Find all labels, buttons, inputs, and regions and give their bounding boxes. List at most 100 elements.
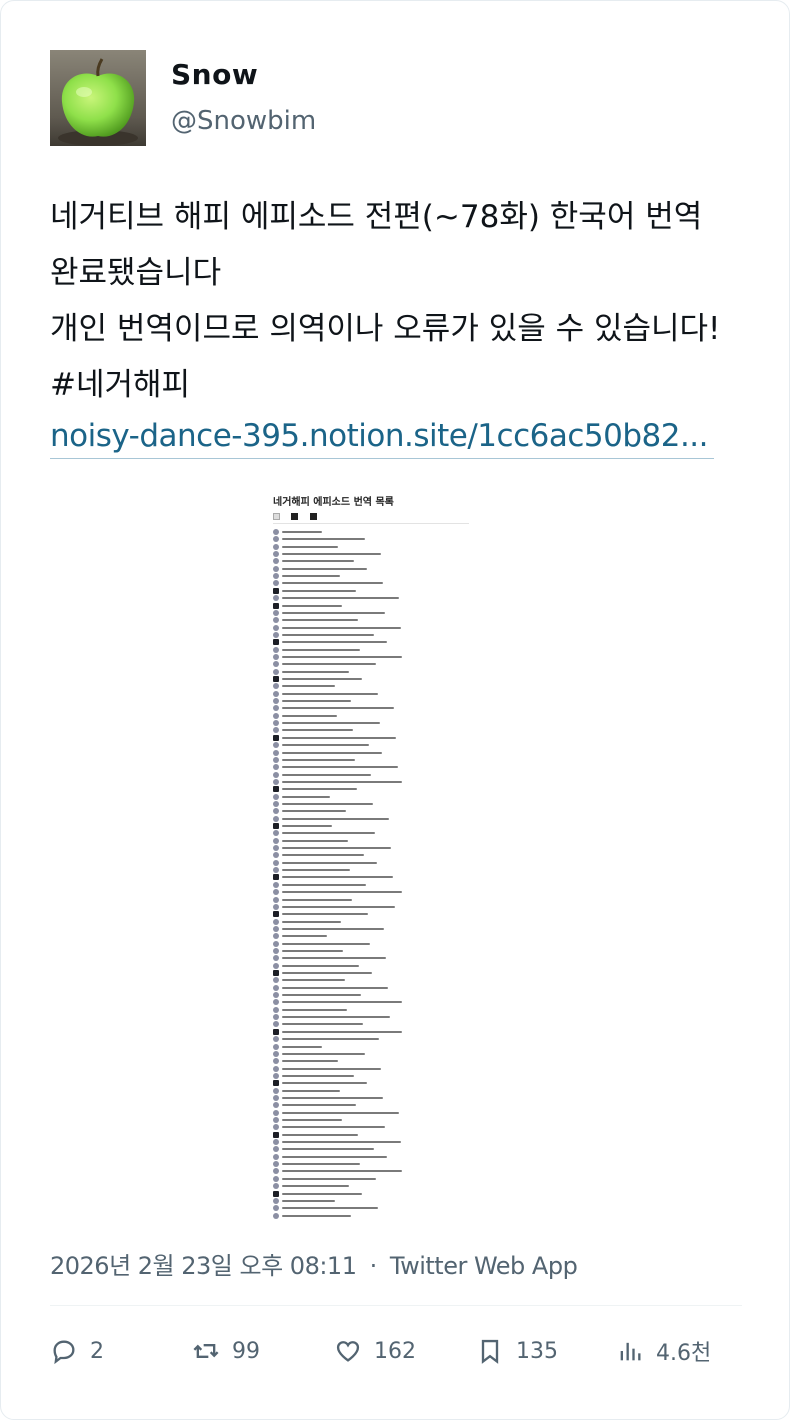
episode-thumbnail-icon xyxy=(273,690,279,697)
timestamp[interactable]: 2026년 2월 23일 오후 08:11 xyxy=(50,1252,357,1280)
episode-title-text xyxy=(282,575,340,578)
attached-image[interactable]: 네거해피 에피소드 번역 목록 xyxy=(267,489,473,1219)
episode-title-text xyxy=(282,670,349,673)
reply-icon xyxy=(53,1340,75,1365)
episode-thumbnail-icon xyxy=(273,668,279,675)
episode-thumbnail-icon xyxy=(273,749,279,756)
episode-title-text xyxy=(282,1016,390,1019)
episode-thumbnail-icon xyxy=(273,661,279,668)
episode-thumbnail-icon xyxy=(273,947,279,954)
episode-title-text xyxy=(282,567,367,570)
episode-row xyxy=(273,1131,473,1138)
episode-thumbnail-icon xyxy=(273,602,279,609)
episode-title-text xyxy=(282,611,385,614)
episode-title-text xyxy=(282,1148,374,1151)
episode-thumbnail-icon xyxy=(273,756,279,763)
episode-row xyxy=(273,558,473,565)
episode-row xyxy=(273,778,473,785)
views-button[interactable]: 4.6천 xyxy=(616,1331,711,1371)
episode-thumbnail-icon xyxy=(273,1117,279,1123)
episode-title-text xyxy=(282,736,396,739)
divider xyxy=(50,1305,742,1306)
episode-row xyxy=(273,852,473,859)
author-name[interactable]: Snow xyxy=(171,58,258,91)
episode-row xyxy=(273,1065,473,1072)
episode-thumbnail-icon xyxy=(273,1043,279,1050)
episode-row xyxy=(273,793,473,800)
like-button[interactable]: 162 xyxy=(334,1331,416,1371)
episode-title-text xyxy=(282,589,356,592)
episode-row xyxy=(273,1036,473,1043)
episode-thumbnail-icon xyxy=(273,764,279,771)
avatar[interactable] xyxy=(50,50,146,146)
episode-title-text xyxy=(282,1111,399,1114)
episode-row xyxy=(273,970,473,976)
episode-thumbnail-icon xyxy=(273,565,279,572)
episode-row xyxy=(273,808,473,815)
episode-title-text xyxy=(282,927,384,930)
episode-title-text xyxy=(282,1023,363,1026)
episode-thumbnail-icon xyxy=(273,742,279,749)
episode-thumbnail-icon xyxy=(273,925,279,932)
episode-title-text xyxy=(282,604,342,607)
bookmark-button[interactable]: 135 xyxy=(476,1331,558,1371)
episode-thumbnail-icon xyxy=(273,955,279,962)
episode-row xyxy=(273,918,473,925)
bookmark-count: 135 xyxy=(516,1338,558,1364)
episode-thumbnail-icon xyxy=(273,698,279,705)
episode-thumbnail-icon xyxy=(273,933,279,940)
episode-row xyxy=(273,720,473,727)
episode-title-text xyxy=(282,700,351,703)
episode-title-text xyxy=(282,935,327,938)
tweet-url-link[interactable]: noisy-dance-395.notion.site/1cc6ac50b82.… xyxy=(50,414,714,459)
episode-title-text xyxy=(282,832,375,835)
episode-title-text xyxy=(282,847,391,850)
episode-thumbnail-icon xyxy=(273,653,279,660)
episode-row xyxy=(273,727,473,734)
episode-thumbnail-icon xyxy=(273,859,279,866)
episode-row xyxy=(273,1146,473,1153)
episode-title-text xyxy=(282,648,360,651)
episode-title-text xyxy=(282,1126,385,1129)
retweet-button[interactable]: 99 xyxy=(192,1331,260,1371)
episode-row xyxy=(273,1124,473,1131)
reply-button[interactable]: 2 xyxy=(50,1331,104,1371)
episode-thumbnail-icon xyxy=(273,543,279,550)
legend-swatch-icon xyxy=(291,513,299,520)
episode-title-text xyxy=(282,905,395,908)
episode-thumbnail-icon xyxy=(273,911,279,918)
episode-title-text xyxy=(282,795,330,798)
episode-thumbnail-icon xyxy=(273,712,279,719)
episode-thumbnail-icon xyxy=(273,999,279,1006)
episode-row xyxy=(273,940,473,947)
episode-thumbnail-icon xyxy=(273,1190,279,1197)
episode-thumbnail-icon xyxy=(273,771,279,778)
episode-thumbnail-icon xyxy=(273,624,279,631)
episode-title-text xyxy=(282,626,401,629)
episode-thumbnail-icon xyxy=(273,1109,279,1116)
hashtag-link[interactable]: #네거해피 xyxy=(50,357,750,413)
episode-row xyxy=(273,668,473,675)
episode-thumbnail-icon xyxy=(273,940,279,947)
episode-thumbnail-icon xyxy=(273,852,279,859)
episode-thumbnail-icon xyxy=(273,617,279,624)
episode-thumbnail-icon xyxy=(273,1050,279,1057)
episode-thumbnail-icon xyxy=(273,786,279,793)
episode-row xyxy=(273,859,473,866)
episode-row xyxy=(273,1197,473,1204)
media-title: 네거해피 에피소드 번역 목록 xyxy=(273,497,394,508)
episode-row xyxy=(273,874,473,881)
episode-row xyxy=(273,962,473,969)
episode-row xyxy=(273,1058,473,1065)
episode-title-text xyxy=(282,957,386,960)
episode-title-text xyxy=(282,619,358,622)
author-handle[interactable]: @Snowbim xyxy=(171,106,316,136)
episode-thumbnail-icon xyxy=(273,1080,279,1087)
episode-row xyxy=(273,536,473,543)
episode-title-text xyxy=(282,1067,381,1070)
episode-title-text xyxy=(282,1141,401,1144)
source-link[interactable]: Twitter Web App xyxy=(390,1252,578,1280)
meta-separator: · xyxy=(369,1252,378,1280)
episode-row xyxy=(273,830,473,837)
episode-thumbnail-icon xyxy=(273,551,279,558)
